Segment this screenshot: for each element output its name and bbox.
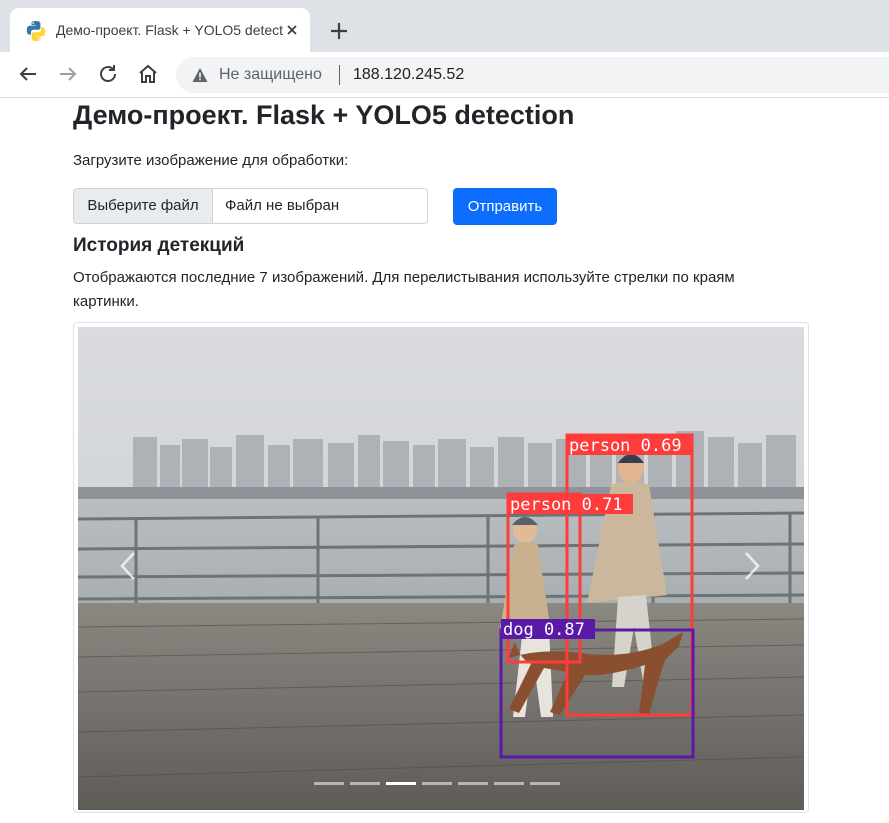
python-logo-icon <box>26 21 46 41</box>
close-icon[interactable] <box>282 20 302 40</box>
file-input[interactable]: Выберите файл Файл не выбран <box>73 188 428 224</box>
tab-title: Демо-проект. Flask + YOLO5 detection <box>56 22 284 38</box>
carousel-indicator[interactable] <box>350 782 380 785</box>
history-description: Отображаются последние 7 изображений. Дл… <box>73 269 735 310</box>
browser-toolbar: Не защищено 188.120.245.52 <box>0 52 889 98</box>
carousel-slide: person 0.69 person 0.71 dog 0.87 <box>78 327 804 810</box>
detection-label: dog 0.87 <box>503 620 585 640</box>
upload-prompt: Загрузите изображение для обработки: <box>73 152 349 169</box>
chevron-left-icon[interactable] <box>116 549 140 583</box>
carousel-indicator[interactable] <box>458 782 488 785</box>
warning-icon[interactable] <box>192 67 208 83</box>
carousel-indicators <box>314 782 564 788</box>
security-status[interactable]: Не защищено <box>219 66 322 84</box>
page-content: Демо-проект. Flask + YOLO5 detection Заг… <box>0 97 889 823</box>
carousel-indicator[interactable] <box>422 782 452 785</box>
choose-file-button[interactable]: Выберите файл <box>74 189 213 223</box>
url-text[interactable]: 188.120.245.52 <box>353 66 464 84</box>
plus-icon[interactable] <box>326 18 352 44</box>
chevron-right-icon[interactable] <box>740 549 764 583</box>
browser-tab[interactable]: Демо-проект. Flask + YOLO5 detection <box>10 8 310 52</box>
detection-image: person 0.69 person 0.71 dog 0.87 <box>78 327 804 810</box>
file-status: Файл не выбран <box>225 197 340 214</box>
history-title: История детекций <box>73 235 245 256</box>
detection-carousel: person 0.69 person 0.71 dog 0.87 <box>73 322 809 813</box>
detection-label: person 0.69 <box>569 436 682 456</box>
submit-button[interactable]: Отправить <box>453 188 557 225</box>
address-bar[interactable]: Не защищено 188.120.245.52 <box>176 57 889 93</box>
page-title: Демо-проект. Flask + YOLO5 detection <box>73 100 575 130</box>
divider <box>339 65 340 85</box>
arrow-left-icon[interactable] <box>16 62 40 86</box>
carousel-indicator[interactable] <box>530 782 560 785</box>
carousel-indicator[interactable] <box>314 782 344 785</box>
detection-label: person 0.71 <box>510 495 623 515</box>
home-icon[interactable] <box>136 62 160 86</box>
reload-icon[interactable] <box>96 62 120 86</box>
carousel-indicator[interactable] <box>494 782 524 785</box>
carousel-indicator[interactable] <box>386 782 416 785</box>
tab-strip: Демо-проект. Flask + YOLO5 detection <box>0 0 889 52</box>
arrow-right-icon[interactable] <box>56 62 80 86</box>
